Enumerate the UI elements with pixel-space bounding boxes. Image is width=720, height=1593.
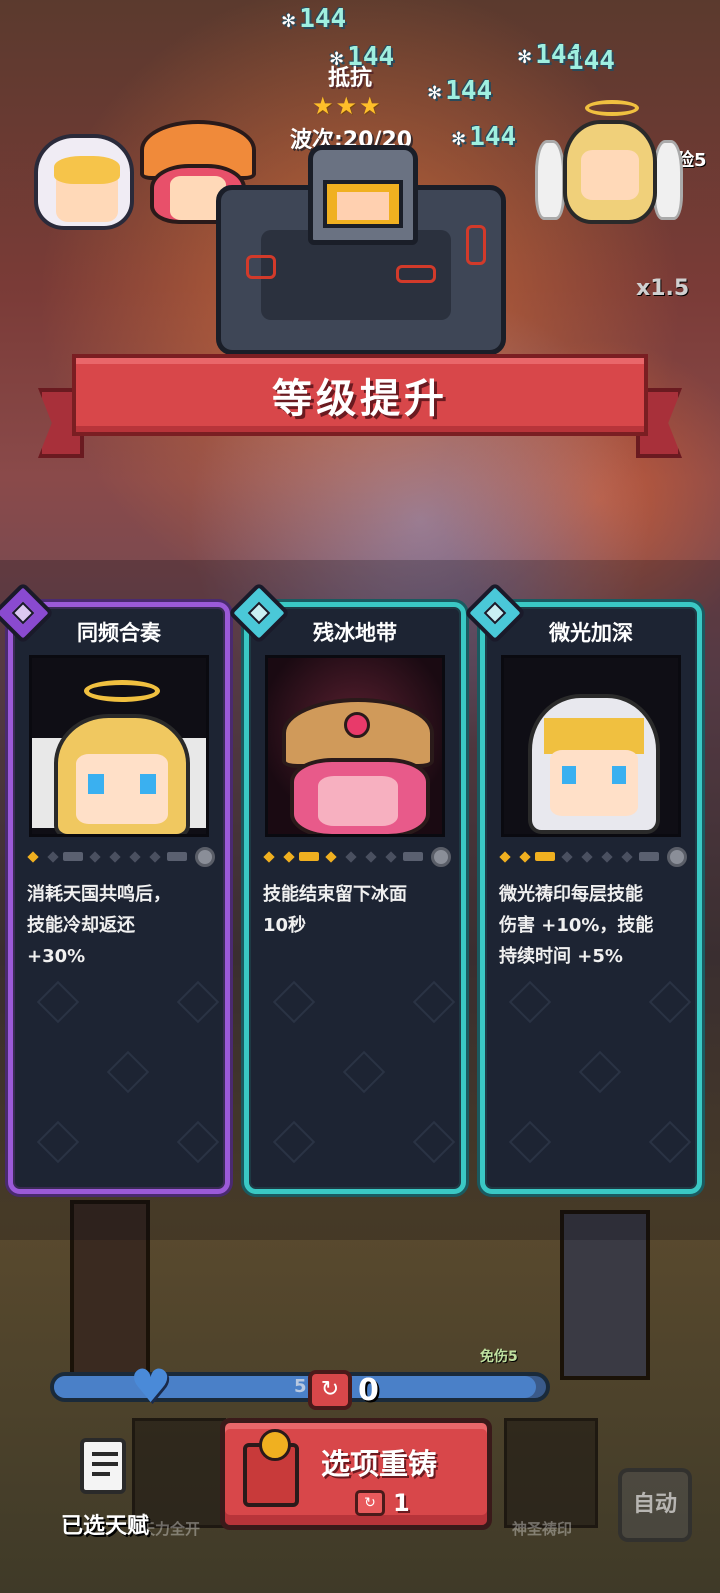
reroll-options-button[interactable]: 选项重铸 ↻ 1	[220, 1418, 492, 1530]
witch-portrait	[265, 655, 445, 837]
hp-bar: 5 581	[50, 1372, 550, 1402]
boss-golem	[216, 145, 506, 355]
card-title: 微光加深	[549, 621, 633, 645]
damage-number: 144	[568, 46, 615, 76]
priestess-portrait	[501, 655, 681, 837]
reroll-cost-value: 1	[393, 1489, 410, 1517]
selected-talents-button[interactable]: 已选天赋	[30, 1428, 180, 1548]
card-progress	[25, 847, 215, 867]
skill-slot	[504, 1418, 598, 1528]
gear-icon	[431, 847, 451, 867]
gear-icon	[195, 847, 215, 867]
card-progress	[261, 847, 451, 867]
reroll-token-icon: ↻	[355, 1490, 385, 1516]
card-progress	[497, 847, 687, 867]
reroll-cart-icon	[243, 1429, 299, 1507]
talent-card-1[interactable]: 同频合奏 消耗天国共鸣后， 技能冷却返还 +30%	[0, 581, 230, 1194]
card-description: 消耗天国共鸣后， 技能冷却返还 +30%	[27, 884, 171, 967]
damage-number: ✻ 144	[282, 4, 347, 34]
talent-card-3[interactable]: 微光加深 微光祷印每层技能 伤害 +10%，技能 持续时间 +5%	[463, 581, 702, 1194]
hero-priestess	[30, 130, 140, 240]
reroll-token-icon: ↻	[308, 1370, 352, 1410]
card-title: 残冰地带	[313, 621, 397, 645]
hero-angel	[535, 100, 685, 240]
damage-number: ✻ 144	[428, 76, 493, 106]
card-description: 技能结束留下冰面 10秒	[263, 884, 407, 936]
auto-button[interactable]: 自动	[618, 1468, 692, 1542]
card-title: 同频合奏	[77, 621, 161, 645]
level-up-title: 等级提升	[272, 376, 448, 422]
gear-icon	[667, 847, 687, 867]
reroll-counter: ↻ 0	[308, 1370, 379, 1410]
skill-caption: 神圣祷印	[512, 1520, 573, 1538]
talent-card-2[interactable]: 残冰地带 技能结束留下冰面 10秒	[227, 581, 466, 1194]
heart-icon: ♥	[130, 1359, 172, 1413]
card-description: 微光祷印每层技能 伤害 +10%，技能 持续时间 +5%	[499, 884, 654, 967]
level-up-banner: 等级提升	[72, 354, 648, 436]
reroll-count: 0	[358, 1372, 379, 1408]
angel-portrait	[29, 655, 209, 837]
document-icon	[80, 1438, 126, 1494]
reroll-cost: ↻ 1	[355, 1489, 410, 1517]
defense-label: 免伤5	[480, 1349, 518, 1365]
reroll-label: 选项重铸	[321, 1447, 438, 1481]
boss-name: 抵抗	[327, 66, 372, 91]
selected-talents-label: 已选天赋	[60, 1514, 149, 1539]
boss-stars: ★★★	[312, 92, 383, 120]
speed-indicator: x1.5	[636, 276, 690, 301]
